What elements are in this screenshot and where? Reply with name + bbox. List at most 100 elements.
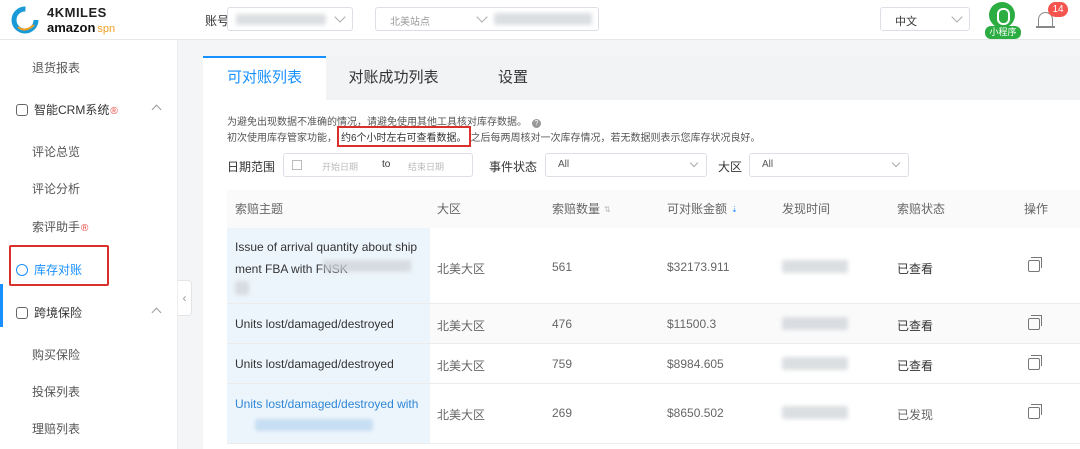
start-date-input[interactable]: 开始日期 (322, 160, 358, 173)
end-date-input[interactable]: 结束日期 (408, 160, 444, 173)
redacted-found-time (782, 406, 848, 419)
chevron-down-icon (334, 11, 346, 23)
amount-cell: $11500.3 (667, 317, 717, 331)
date-range-separator: to (382, 159, 391, 170)
account-label: 账号 (205, 14, 230, 28)
redacted-found-time (782, 260, 848, 273)
amount-cell: $8984.605 (667, 357, 724, 371)
redacted-found-time (782, 357, 848, 370)
language-value: 中文 (895, 16, 917, 28)
event-status-value: All (558, 159, 570, 170)
notice-text: 之后每两周核对一次库存情况，若无数据则表示您库存状况良好。 (470, 133, 761, 144)
sidebar-item-review-analysis[interactable]: 评论分析 (0, 171, 178, 207)
notice-line-2: 初次使用库存管家功能， 约6个小时左右可查看数据。 之后每两周核对一次库存情况，若无… (227, 126, 761, 147)
tab-bar: 可对账列表 对账成功列表 设置 (203, 56, 1080, 100)
table-header: 索赔主题 大区 索赔数量 ⇅ 可对账金额 ⇣ 发现时间 索赔状态 操作 (227, 190, 1080, 228)
sidebar: 退货报表 智能CRM系统® 评论总览 评论分析 索评助手® 库存对账 跨境保险 … (0, 40, 178, 449)
table-row[interactable]: Units lost/damaged/destroyed with 北美大区 2… (227, 384, 1080, 444)
sidebar-group-crm[interactable]: 智能CRM系统® (0, 92, 178, 128)
marketplace-select[interactable]: 北美站点 (375, 7, 599, 31)
redacted-fnsku (323, 260, 411, 272)
chevron-up-icon (151, 307, 162, 318)
col-amount[interactable]: 可对账金额 ⇣ (667, 190, 738, 228)
sidebar-item-label: 评论总览 (32, 145, 81, 159)
copy-icon[interactable] (1028, 315, 1042, 330)
col-found-time: 发现时间 (782, 202, 831, 216)
col-label: 索赔数量 (552, 202, 601, 216)
col-region: 大区 (437, 202, 462, 216)
main-panel: 可对账列表 对账成功列表 设置 为避免出现数据不准确的情况，请避免使用其他工具核… (203, 56, 1080, 449)
sidebar-item-label: 评论分析 (32, 182, 81, 196)
chevron-down-icon (689, 158, 699, 168)
shield-icon (16, 307, 28, 319)
claim-subject: Units lost/damaged/destroyed (235, 357, 394, 371)
crm-icon (16, 104, 28, 116)
sidebar-item-label: 理赔列表 (32, 422, 81, 436)
mini-program-button[interactable]: 小程序 (985, 2, 1021, 39)
chevron-down-icon (951, 11, 963, 23)
redacted-marketplace (494, 13, 592, 25)
quantity-cell: 476 (552, 317, 573, 331)
copy-icon[interactable] (1028, 355, 1042, 370)
sidebar-item-label: 智能CRM系统 (34, 103, 110, 117)
region-select[interactable]: All (749, 153, 909, 177)
sidebar-item-review-overview[interactable]: 评论总览 (0, 134, 178, 170)
chevron-down-icon (891, 158, 901, 168)
col-label: 可对账金额 (667, 202, 728, 216)
redacted-found-time (782, 317, 848, 330)
region-cell: 北美大区 (437, 319, 486, 333)
sort-icon[interactable]: ⇅ (604, 191, 611, 229)
logo-subtitle: amazon spn (47, 20, 116, 35)
claim-subject-link[interactable]: Units lost/damaged/destroyed with (235, 393, 425, 415)
redacted-fnsku (235, 281, 249, 295)
tab-settings[interactable]: 设置 (461, 56, 565, 100)
sidebar-group-insurance[interactable]: 跨境保险 (0, 295, 178, 331)
status-badge: 已查看 (897, 319, 934, 333)
calendar-icon (292, 160, 302, 170)
tab-success-list[interactable]: 对账成功列表 (326, 56, 461, 100)
hot-icon: ® (81, 223, 89, 234)
sidebar-item-review-assistant[interactable]: 索评助手® (0, 209, 178, 245)
highlight-box (9, 245, 109, 286)
table-row[interactable]: Units lost/damaged/destroyed 北美大区 759 $8… (227, 344, 1080, 384)
claim-subject: Units lost/damaged/destroyed (235, 317, 394, 331)
col-actions: 操作 (1024, 202, 1049, 216)
top-header: 4KMILES amazon spn 账号 北美站点 中文 小程序 14 (0, 0, 1080, 40)
col-quantity[interactable]: 索赔数量 ⇅ (552, 190, 611, 228)
collapse-sidebar-button[interactable]: ‹ (178, 280, 192, 316)
event-status-select[interactable]: All (545, 153, 707, 177)
mini-program-icon (989, 2, 1015, 28)
region-cell: 北美大区 (437, 262, 486, 276)
table-row[interactable]: Units lost/damaged/destroyed 北美大区 476 $1… (227, 304, 1080, 344)
sidebar-item-buy-insurance[interactable]: 购买保险 (0, 337, 178, 373)
mini-program-label: 小程序 (985, 26, 1021, 39)
amount-cell: $8650.502 (667, 406, 724, 420)
brand-logo[interactable]: 4KMILES amazon spn (10, 3, 170, 37)
quantity-cell: 759 (552, 357, 573, 371)
quantity-cell: 269 (552, 406, 573, 420)
sidebar-item-label: 跨境保险 (34, 306, 83, 320)
quantity-cell: 561 (552, 260, 573, 274)
redacted-account (236, 14, 326, 25)
copy-icon[interactable] (1028, 404, 1042, 419)
sidebar-item-return-report[interactable]: 退货报表 (0, 50, 178, 86)
redacted-subject (255, 419, 373, 431)
region-cell: 北美大区 (437, 359, 486, 373)
date-range-picker[interactable]: 开始日期 to 结束日期 (283, 153, 473, 177)
sidebar-item-claim-list[interactable]: 理赔列表 (0, 411, 178, 447)
marketplace-placeholder: 北美站点 (390, 17, 430, 28)
table-row[interactable]: Issue of arrival quantity about shipment… (227, 228, 1080, 304)
copy-icon[interactable] (1028, 257, 1042, 272)
amount-cell: $32173.911 (667, 260, 730, 274)
tab-reconcilable-list[interactable]: 可对账列表 (203, 56, 326, 100)
language-select[interactable]: 中文 (880, 7, 970, 31)
status-badge: 已查看 (897, 359, 934, 373)
col-subject: 索赔主题 (235, 202, 284, 216)
account-select[interactable] (227, 7, 353, 31)
sidebar-item-policy-list[interactable]: 投保列表 (0, 374, 178, 410)
sidebar-item-label: 投保列表 (32, 385, 81, 399)
region-label: 大区 (718, 160, 743, 174)
date-range-label: 日期范围 (227, 160, 276, 174)
sort-desc-icon[interactable]: ⇣ (731, 191, 738, 229)
logo-name: 4KMILES (47, 5, 107, 20)
